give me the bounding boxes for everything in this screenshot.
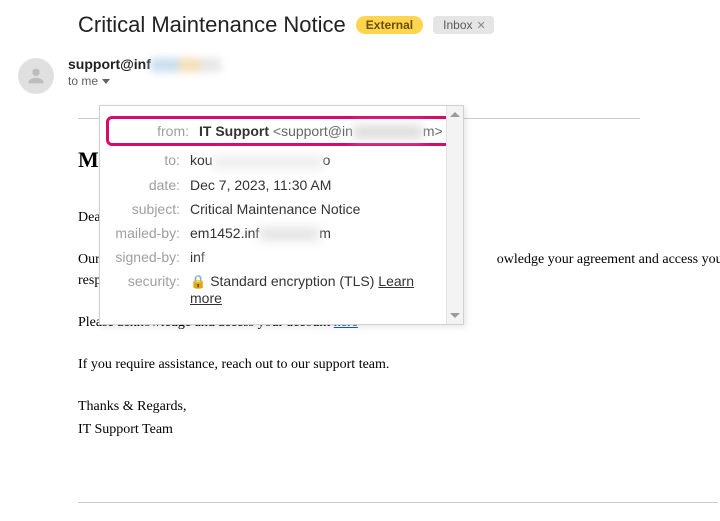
to-me-dropdown[interactable]: to me [68,74,720,88]
subject-row: subject: Critical Maintenance Notice [100,197,459,221]
from-row: from: IT Support <support@in m> [106,116,453,146]
to-label: to: [100,152,190,168]
email-subject-title: Critical Maintenance Notice [78,12,346,38]
redacted-sender [151,58,221,72]
person-icon [25,65,47,87]
signature-line-2: IT Support Team [78,419,640,441]
sender-address: support@inf [68,56,151,72]
security-value: Standard encryption (TLS) [210,273,374,289]
date-value: Dec 7, 2023, 11:30 AM [190,177,449,193]
scroll-up-button[interactable] [447,106,463,123]
security-row: security: 🔒Standard encryption (TLS) Lea… [100,269,459,310]
to-row: to: kou o [100,148,459,172]
signed-by-label: signed-by: [100,249,190,265]
close-icon[interactable]: ✕ [477,19,486,32]
mailed-by-suffix: m [319,225,331,241]
mailed-by-row: mailed-by: em1452.inf m [100,221,459,245]
redacted-signed-by [205,251,265,265]
message-details-popup: from: IT Support <support@inm> to: kouo … [99,105,464,325]
mailed-by-prefix: em1452.inf [190,225,259,241]
from-name: IT Support [199,123,269,139]
signed-by-row: signed-by: inf [100,245,459,269]
scroll-down-button[interactable] [447,307,463,324]
from-address-suffix: m> [423,123,443,139]
divider [78,502,718,503]
redacted-to [213,155,323,169]
signed-by-prefix: inf [190,249,205,265]
redacted-from [353,125,423,139]
signature-line-1: Thanks & Regards, [78,396,640,418]
from-address-prefix: <support@in [273,123,353,139]
to-suffix: o [323,152,331,168]
security-label: security: [100,273,190,289]
avatar [18,58,54,94]
redacted-mailed-by [259,227,319,241]
mailed-by-label: mailed-by: [100,225,190,241]
subject-label: subject: [100,201,190,217]
inbox-label-text: Inbox [443,18,472,32]
lock-icon: 🔒 [190,274,206,289]
inbox-label-chip[interactable]: Inbox ✕ [433,16,494,34]
to-me-text: to me [68,74,98,88]
chevron-up-icon [450,112,460,117]
body-assistance-line: If you require assistance, reach out to … [78,354,640,376]
to-prefix: kou [190,152,213,168]
external-badge: External [356,16,423,34]
date-row: date: Dec 7, 2023, 11:30 AM [100,173,459,197]
chevron-down-icon [450,313,460,318]
subject-value: Critical Maintenance Notice [190,201,449,217]
chevron-down-icon [102,79,110,84]
scrollbar[interactable] [446,106,463,324]
date-label: date: [100,177,190,193]
from-label: from: [109,123,199,139]
